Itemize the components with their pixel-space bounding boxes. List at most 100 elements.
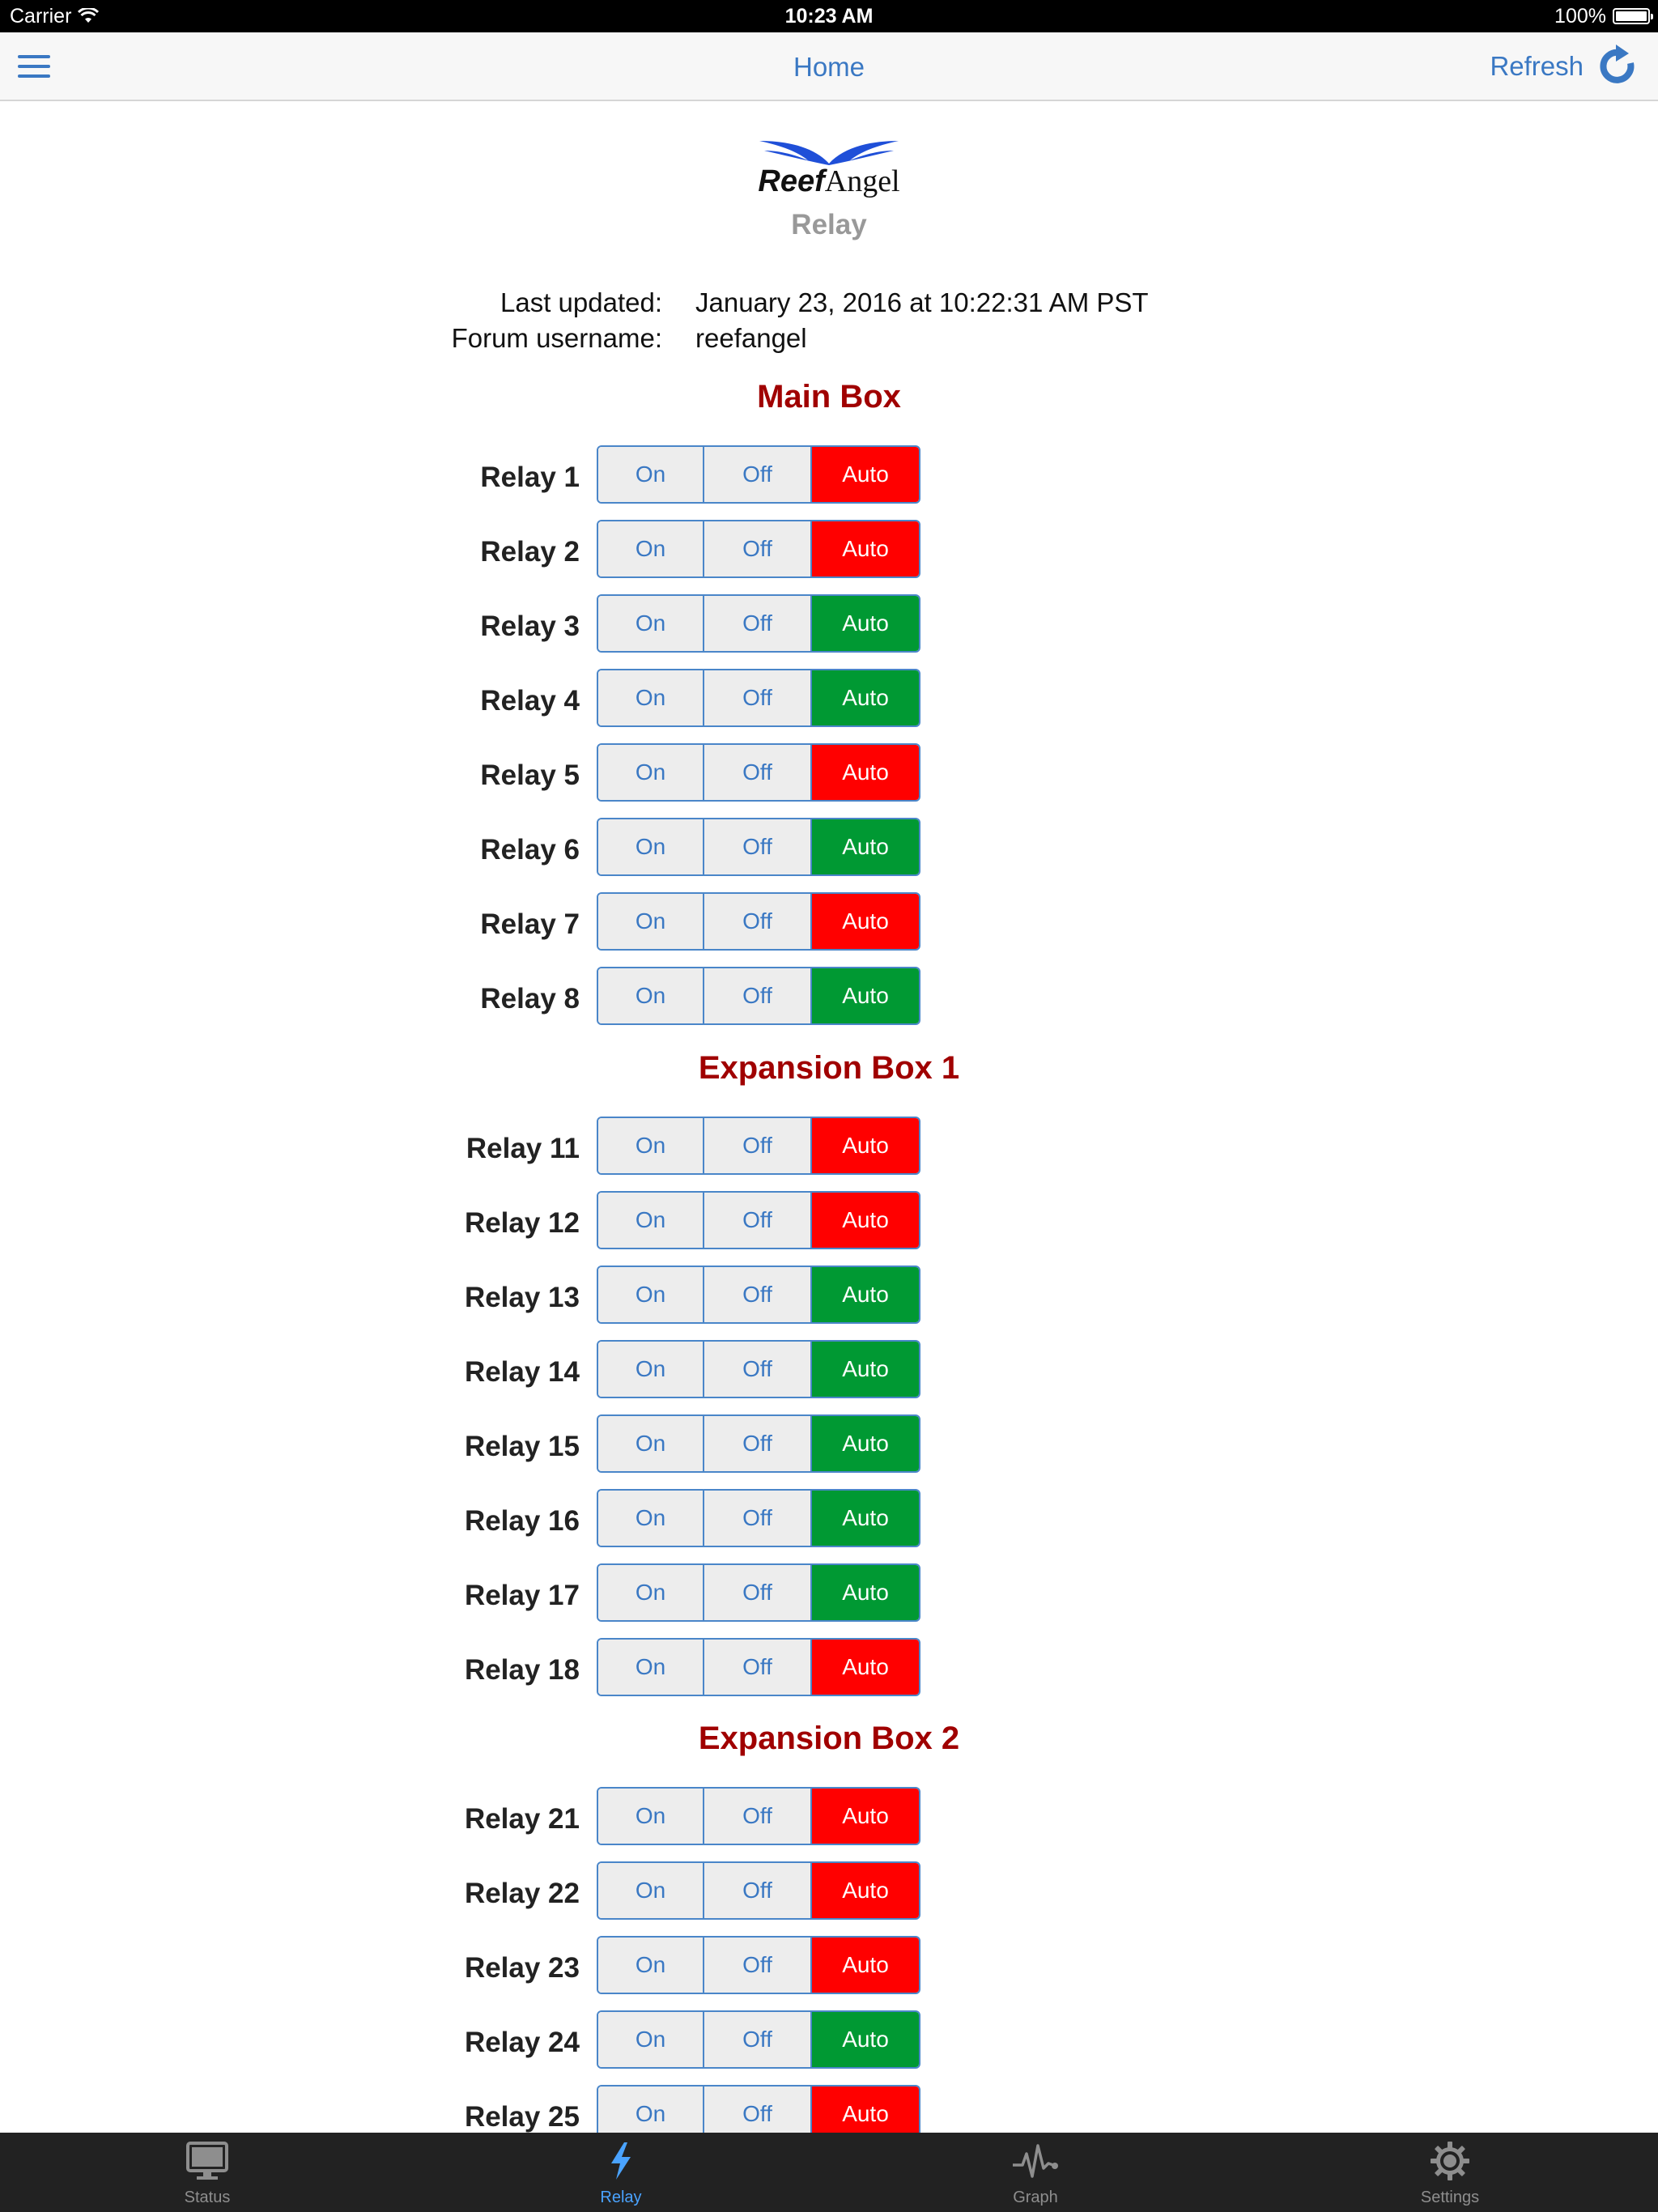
info-labels: Last updated: Forum username: bbox=[452, 285, 662, 356]
relay-off-button[interactable]: Off bbox=[704, 1565, 812, 1620]
tab-graph[interactable]: Graph bbox=[979, 2133, 1092, 2212]
relay-label: Relay 3 bbox=[480, 610, 580, 642]
logo-word-regular: Angel bbox=[824, 164, 900, 198]
relay-off-button[interactable]: Off bbox=[704, 1491, 812, 1546]
relay-auto-button[interactable]: Auto bbox=[812, 1193, 919, 1248]
relay-label: Relay 6 bbox=[480, 834, 580, 866]
relay-auto-button[interactable]: Auto bbox=[812, 1565, 919, 1620]
relay-label: Relay 11 bbox=[466, 1133, 580, 1164]
relay-on-button[interactable]: On bbox=[598, 1267, 704, 1322]
relay-mode-selector: On Off Auto bbox=[597, 1117, 920, 1175]
relay-auto-button[interactable]: Auto bbox=[812, 1118, 919, 1173]
relay-on-button[interactable]: On bbox=[598, 596, 704, 651]
relay-auto-button[interactable]: Auto bbox=[812, 1789, 919, 1844]
relay-row: Relay 24 On Off Auto bbox=[0, 2010, 1658, 2069]
relay-auto-button[interactable]: Auto bbox=[812, 968, 919, 1023]
relay-auto-button[interactable]: Auto bbox=[812, 894, 919, 949]
logo-word-bold: Reef bbox=[758, 164, 825, 198]
relay-on-button[interactable]: On bbox=[598, 819, 704, 874]
relay-off-button[interactable]: Off bbox=[704, 1416, 812, 1471]
relay-label: Relay 24 bbox=[464, 2027, 580, 2058]
relay-off-button[interactable]: Off bbox=[704, 1118, 812, 1173]
relay-on-button[interactable]: On bbox=[598, 2012, 704, 2067]
tab-relay[interactable]: Relay bbox=[564, 2133, 678, 2212]
relay-auto-button[interactable]: Auto bbox=[812, 596, 919, 651]
relay-off-button[interactable]: Off bbox=[704, 1863, 812, 1918]
relay-label: Relay 16 bbox=[464, 1505, 580, 1537]
relay-label: Relay 25 bbox=[464, 2101, 580, 2133]
relay-auto-button[interactable]: Auto bbox=[812, 2012, 919, 2067]
relay-mode-selector: On Off Auto bbox=[597, 1414, 920, 1473]
relay-off-button[interactable]: Off bbox=[704, 1342, 812, 1397]
relay-on-button[interactable]: On bbox=[598, 894, 704, 949]
section-title: Expansion Box 2 bbox=[698, 1721, 960, 1756]
username-label: Forum username: bbox=[451, 323, 662, 353]
relay-auto-button[interactable]: Auto bbox=[812, 1863, 919, 1918]
relay-auto-button[interactable]: Auto bbox=[812, 670, 919, 725]
relay-auto-button[interactable]: Auto bbox=[812, 819, 919, 874]
last-updated-value: January 23, 2016 at 10:22:31 AM PST bbox=[695, 287, 1149, 317]
relay-on-button[interactable]: On bbox=[598, 1640, 704, 1695]
relay-off-button[interactable]: Off bbox=[704, 968, 812, 1023]
relay-row: Relay 2 On Off Auto bbox=[0, 520, 1658, 578]
tab-bar: Status Relay Graph Settings bbox=[0, 2133, 1658, 2212]
relay-on-button[interactable]: On bbox=[598, 1342, 704, 1397]
relay-label: Relay 23 bbox=[464, 1952, 580, 1984]
relay-auto-button[interactable]: Auto bbox=[812, 1640, 919, 1695]
relay-mode-selector: On Off Auto bbox=[597, 818, 920, 876]
relay-row: Relay 5 On Off Auto bbox=[0, 743, 1658, 802]
relay-auto-button[interactable]: Auto bbox=[812, 1938, 919, 1993]
relay-on-button[interactable]: On bbox=[598, 1193, 704, 1248]
relay-row: Relay 18 On Off Auto bbox=[0, 1638, 1658, 1696]
last-updated-label: Last updated: bbox=[500, 287, 662, 317]
relay-off-button[interactable]: Off bbox=[704, 2012, 812, 2067]
relay-off-button[interactable]: Off bbox=[704, 894, 812, 949]
relay-off-button[interactable]: Off bbox=[704, 1267, 812, 1322]
relay-on-button[interactable]: On bbox=[598, 447, 704, 502]
relay-auto-button[interactable]: Auto bbox=[812, 745, 919, 800]
relay-off-button[interactable]: Off bbox=[704, 447, 812, 502]
relay-auto-button[interactable]: Auto bbox=[812, 1342, 919, 1397]
battery-percent: 100% bbox=[1554, 5, 1606, 28]
relay-off-button[interactable]: Off bbox=[704, 1789, 812, 1844]
relay-auto-button[interactable]: Auto bbox=[812, 447, 919, 502]
relay-mode-selector: On Off Auto bbox=[597, 1563, 920, 1622]
relay-off-button[interactable]: Off bbox=[704, 521, 812, 576]
relay-off-button[interactable]: Off bbox=[704, 596, 812, 651]
tab-graph-label: Graph bbox=[1013, 2189, 1058, 2206]
relay-on-button[interactable]: On bbox=[598, 1491, 704, 1546]
relay-label: Relay 8 bbox=[480, 983, 580, 1015]
relay-row: Relay 11 On Off Auto bbox=[0, 1117, 1658, 1175]
relay-off-button[interactable]: Off bbox=[704, 1193, 812, 1248]
monitor-icon bbox=[186, 2142, 228, 2180]
relay-auto-button[interactable]: Auto bbox=[812, 521, 919, 576]
relay-row: Relay 22 On Off Auto bbox=[0, 1861, 1658, 1920]
tab-settings[interactable]: Settings bbox=[1393, 2133, 1507, 2212]
relay-on-button[interactable]: On bbox=[598, 521, 704, 576]
tab-status[interactable]: Status bbox=[151, 2133, 264, 2212]
relay-off-button[interactable]: Off bbox=[704, 1938, 812, 1993]
relay-row: Relay 14 On Off Auto bbox=[0, 1340, 1658, 1398]
relay-auto-button[interactable]: Auto bbox=[812, 1491, 919, 1546]
relay-off-button[interactable]: Off bbox=[704, 670, 812, 725]
refresh-button[interactable]: Refresh bbox=[1490, 44, 1640, 89]
relay-on-button[interactable]: On bbox=[598, 1789, 704, 1844]
lightning-icon bbox=[611, 2142, 631, 2180]
relay-on-button[interactable]: On bbox=[598, 670, 704, 725]
relay-on-button[interactable]: On bbox=[598, 1416, 704, 1471]
relay-on-button[interactable]: On bbox=[598, 1118, 704, 1173]
relay-auto-button[interactable]: Auto bbox=[812, 1267, 919, 1322]
relay-row: Relay 8 On Off Auto bbox=[0, 967, 1658, 1025]
relay-off-button[interactable]: Off bbox=[704, 819, 812, 874]
relay-on-button[interactable]: On bbox=[598, 968, 704, 1023]
navigation-bar: Home Refresh bbox=[0, 32, 1658, 101]
relay-off-button[interactable]: Off bbox=[704, 1640, 812, 1695]
relay-off-button[interactable]: Off bbox=[704, 745, 812, 800]
relay-on-button[interactable]: On bbox=[598, 1863, 704, 1918]
relay-on-button[interactable]: On bbox=[598, 1565, 704, 1620]
relay-on-button[interactable]: On bbox=[598, 1938, 704, 1993]
relay-mode-selector: On Off Auto bbox=[597, 1936, 920, 1994]
relay-on-button[interactable]: On bbox=[598, 745, 704, 800]
pulse-graph-icon bbox=[1013, 2144, 1058, 2178]
relay-auto-button[interactable]: Auto bbox=[812, 1416, 919, 1471]
